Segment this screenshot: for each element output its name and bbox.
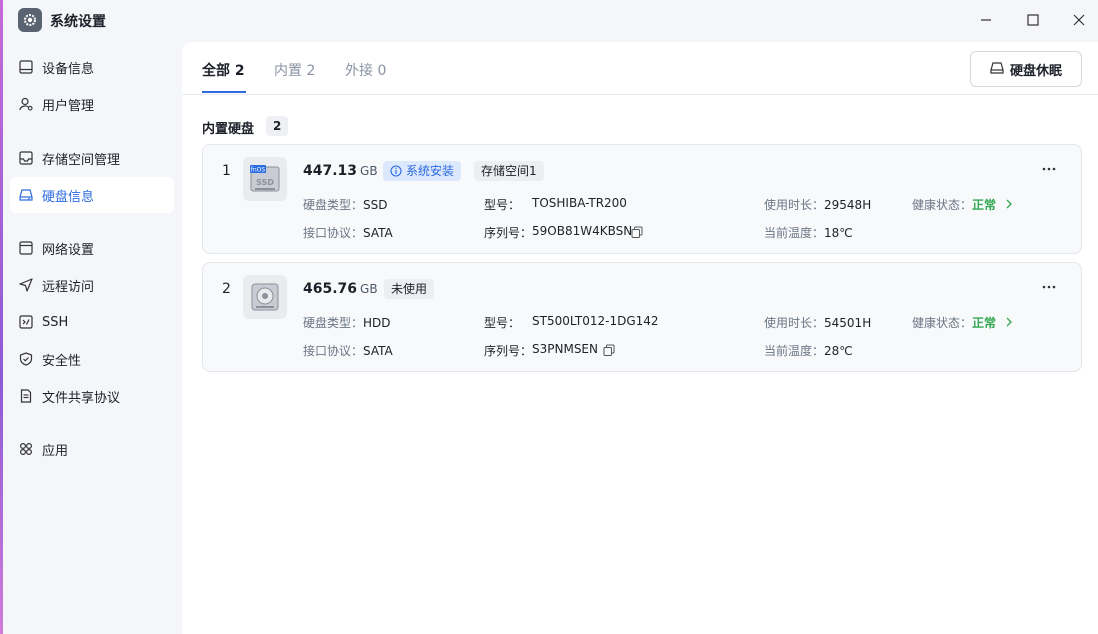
disk-model-label: 型号： bbox=[484, 198, 521, 212]
sidebar-item-disk-info[interactable]: 硬盘信息 bbox=[10, 177, 174, 213]
main-panel: 全部 2 内置 2 外接 0 硬盘休眠 内置硬盘 2 1 fnOS SSD 44… bbox=[182, 42, 1098, 634]
disk-serial-label: 序列号： bbox=[484, 344, 533, 358]
tab-all[interactable]: 全部 2 bbox=[202, 60, 245, 80]
maximize-button[interactable] bbox=[1023, 10, 1043, 30]
sidebar-item-security[interactable]: 安全性 bbox=[10, 341, 174, 377]
disk-capacity: 447.13 GB bbox=[303, 163, 378, 179]
sidebar-item-device-info[interactable]: 设备信息 bbox=[10, 49, 174, 85]
disk-type-field: 硬盘类型：HDD bbox=[303, 316, 391, 330]
apps-grid-icon bbox=[18, 441, 34, 457]
sidebar-item-label: 远程访问 bbox=[42, 279, 95, 295]
minimize-button[interactable] bbox=[976, 10, 996, 30]
disk-index: 1 bbox=[222, 163, 231, 179]
storage-pool-badge: 存储空间1 bbox=[474, 161, 544, 181]
storage-tray-icon bbox=[18, 150, 34, 166]
tab-bar: 全部 2 内置 2 外接 0 硬盘休眠 bbox=[182, 42, 1098, 95]
sidebar-item-network[interactable]: 网络设置 bbox=[10, 230, 174, 266]
title-bar: 系统设置 bbox=[0, 0, 1098, 40]
disk-hours-field: 使用时长：29548H bbox=[764, 198, 872, 212]
more-options-icon[interactable] bbox=[1039, 159, 1059, 179]
disk-type-field: 硬盘类型：SSD bbox=[303, 198, 388, 212]
disk-serial-value: 59OB81W4KBSN bbox=[532, 224, 633, 238]
disk-serial-label: 序列号： bbox=[484, 226, 533, 240]
disk-model-value: TOSHIBA-TR200 bbox=[532, 196, 627, 210]
sidebar-item-apps[interactable]: 应用 bbox=[10, 431, 174, 467]
disk-health-field: 健康状态：正常 bbox=[912, 198, 997, 212]
disk-sleep-label: 硬盘休眠 bbox=[1009, 63, 1062, 79]
unused-badge: 未使用 bbox=[384, 279, 435, 299]
disk-hours-field: 使用时长：54501H bbox=[764, 316, 872, 330]
sidebar-item-users[interactable]: 用户管理 bbox=[10, 86, 174, 122]
chevron-right-icon[interactable] bbox=[1003, 316, 1015, 328]
shield-check-icon bbox=[18, 351, 34, 367]
disk-capacity: 465.76 GB bbox=[303, 281, 378, 297]
active-tab-indicator bbox=[202, 91, 246, 93]
sidebar-item-label: SSH bbox=[42, 314, 69, 330]
info-icon bbox=[390, 165, 402, 177]
hdd-icon bbox=[243, 275, 287, 319]
chevron-right-icon[interactable] bbox=[1003, 198, 1015, 210]
sidebar-item-label: 存储空间管理 bbox=[42, 152, 121, 168]
disk-interface-field: 接口协议：SATA bbox=[303, 344, 393, 358]
sidebar-item-file-sharing[interactable]: 文件共享协议 bbox=[10, 378, 174, 414]
disk-icon bbox=[18, 187, 34, 203]
close-button[interactable] bbox=[1069, 10, 1089, 30]
ssd-icon: fnOS SSD bbox=[243, 157, 287, 201]
sidebar-item-label: 应用 bbox=[42, 443, 69, 459]
sidebar-item-label: 设备信息 bbox=[42, 61, 95, 77]
disk-model-value: ST500LT012-1DG142 bbox=[532, 314, 659, 328]
ssd-label: SSD bbox=[256, 178, 274, 187]
disk-card[interactable]: 1 fnOS SSD 447.13 GB 系统安装 存储空间1 硬盘类型：SSD … bbox=[202, 144, 1082, 254]
sidebar: 设备信息 用户管理 存储空间管理 硬盘信息 网络设置 远程访问 SSH 安全性 … bbox=[0, 40, 182, 634]
settings-gear-icon bbox=[18, 8, 42, 32]
ssd-brand-tag: fnOS bbox=[251, 167, 266, 174]
sidebar-item-remote-access[interactable]: 远程访问 bbox=[10, 267, 174, 303]
copy-icon[interactable] bbox=[602, 343, 616, 357]
terminal-icon bbox=[18, 314, 34, 330]
tab-external[interactable]: 外接 0 bbox=[345, 60, 386, 80]
network-window-icon bbox=[18, 240, 34, 256]
user-gear-icon bbox=[18, 96, 34, 112]
disk-model-label: 型号： bbox=[484, 316, 521, 330]
tab-internal[interactable]: 内置 2 bbox=[274, 60, 315, 80]
sidebar-item-ssh[interactable]: SSH bbox=[10, 304, 174, 340]
sidebar-item-label: 用户管理 bbox=[42, 98, 95, 114]
disk-health-field: 健康状态：正常 bbox=[912, 316, 997, 330]
system-install-badge: 系统安装 bbox=[383, 161, 462, 181]
disk-sleep-button[interactable]: 硬盘休眠 bbox=[970, 51, 1082, 87]
sidebar-item-label: 硬盘信息 bbox=[42, 189, 95, 205]
sidebar-item-storage[interactable]: 存储空间管理 bbox=[10, 140, 174, 176]
more-options-icon[interactable] bbox=[1039, 277, 1059, 297]
disk-index: 2 bbox=[222, 281, 231, 297]
sidebar-item-label: 文件共享协议 bbox=[42, 390, 121, 406]
monitor-icon bbox=[18, 59, 34, 75]
disk-card[interactable]: 2 465.76 GB 未使用 硬盘类型：HDD 接口协议：SATA 型号： ST… bbox=[202, 262, 1082, 372]
copy-icon[interactable] bbox=[630, 225, 644, 239]
document-icon bbox=[18, 388, 34, 404]
disk-serial-value: S3PNMSEN bbox=[532, 342, 598, 356]
disk-interface-field: 接口协议：SATA bbox=[303, 226, 393, 240]
send-arrow-icon bbox=[18, 277, 34, 293]
section-count-badge: 2 bbox=[266, 116, 289, 136]
sidebar-item-label: 网络设置 bbox=[42, 242, 95, 258]
disk-icon bbox=[990, 60, 1004, 79]
window-title: 系统设置 bbox=[50, 14, 106, 30]
section-title: 内置硬盘 bbox=[202, 122, 255, 137]
sidebar-item-label: 安全性 bbox=[42, 353, 82, 369]
disk-temp-field: 当前温度：18℃ bbox=[764, 226, 853, 240]
disk-temp-field: 当前温度：28℃ bbox=[764, 344, 853, 358]
